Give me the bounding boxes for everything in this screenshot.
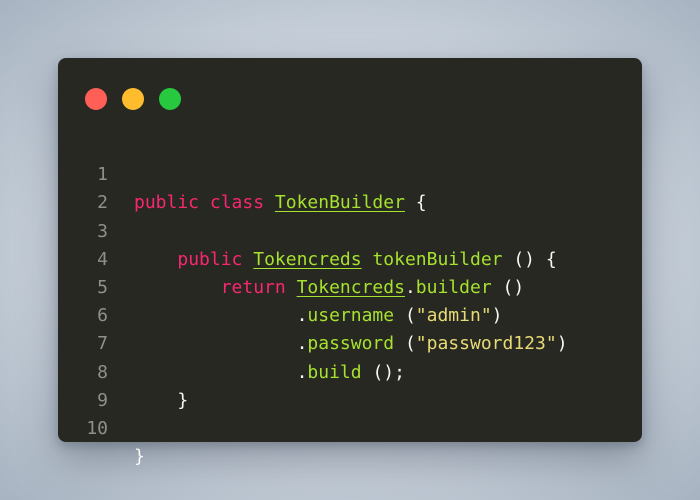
code-line-3: 3 public Tokencreds tokenBuilder () { (58, 189, 642, 270)
code-text: } (134, 443, 145, 471)
minimize-window-button[interactable] (122, 88, 144, 110)
code-line-4: 4 return Tokencreds.builder () (58, 218, 642, 298)
code-line-5: 5 .username ("admin") (58, 246, 642, 326)
code-line-7: 7 .build (); (58, 302, 642, 382)
maximize-window-button[interactable] (159, 88, 181, 110)
code-window: 1 public class TokenBuilder { 2 3 public… (58, 58, 642, 467)
code-block: 1 public class TokenBuilder { 2 3 public… (58, 133, 642, 467)
close-window-button[interactable] (85, 88, 107, 110)
code-line-10: 10 } (58, 387, 642, 467)
line-number: 10 (86, 417, 108, 439)
code-line-6: 6 .password ("password123") (58, 274, 642, 354)
code-line-2: 2 (58, 161, 642, 213)
code-line-9: 9 (58, 359, 642, 411)
code-line-8: 8 } (58, 330, 642, 411)
closing-brace: } (134, 446, 145, 468)
code-line-1: 1 public class TokenBuilder { (58, 133, 642, 213)
